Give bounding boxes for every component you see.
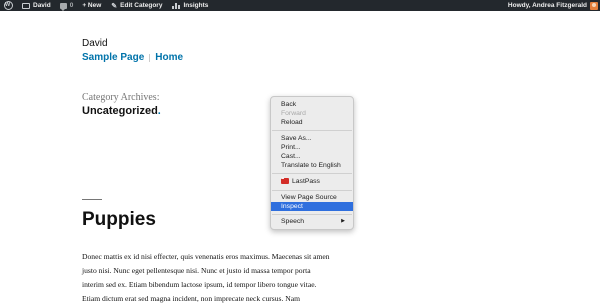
admin-bar-new[interactable]: + New	[82, 0, 101, 11]
wordpress-logo-icon[interactable]: W	[4, 1, 13, 10]
admin-bar-comments[interactable]: 0	[51, 0, 74, 11]
menu-separator	[272, 214, 352, 215]
archive-title: Uncategorized.	[82, 105, 161, 117]
post-divider	[82, 199, 102, 200]
menu-item-reload[interactable]: Reload	[271, 118, 353, 127]
menu-item-save-as[interactable]: Save As...	[271, 134, 353, 143]
admin-bar-edit-category[interactable]: ✎ Edit Category	[101, 0, 162, 11]
menu-item-cast[interactable]: Cast...	[271, 152, 353, 161]
post-title[interactable]: Puppies	[82, 209, 156, 231]
admin-bar-site[interactable]: David	[13, 0, 51, 11]
home-icon	[22, 2, 30, 9]
menu-item-back[interactable]: Back	[271, 100, 353, 109]
speech-label: Speech	[281, 218, 305, 225]
lastpass-icon	[281, 175, 289, 184]
menu-item-view-source[interactable]: View Page Source	[271, 193, 353, 202]
excerpt-line: Etiam dictum erat sed magna incident, no…	[82, 294, 301, 303]
submenu-arrow-icon: ▶	[341, 218, 345, 224]
excerpt-line: justo nisi. Nunc eget pellentesque nisi.…	[82, 266, 311, 275]
menu-separator	[272, 130, 352, 131]
nav-separator	[149, 53, 151, 62]
lastpass-label: LastPass	[292, 178, 320, 185]
edit-category-label: Edit Category	[120, 2, 163, 9]
insights-bars-icon	[172, 2, 181, 9]
menu-item-print[interactable]: Print...	[271, 143, 353, 152]
comment-count: 0	[69, 2, 74, 9]
post-excerpt: Donec mattis ex id nisi effecter, quis v…	[82, 250, 382, 306]
archive-title-dot: .	[157, 105, 161, 117]
admin-bar: W David 0 + New ✎ Edit Category Insights…	[0, 0, 600, 11]
archive-label: Category Archives:	[82, 92, 160, 103]
site-title[interactable]: David	[82, 38, 108, 49]
menu-separator	[272, 173, 352, 174]
menu-item-forward: Forward	[281, 110, 306, 117]
menu-item-speech[interactable]: Speech ▶	[271, 217, 353, 226]
insights-label: Insights	[183, 2, 209, 9]
howdy-label: Howdy, Andrea Fitzgerald	[507, 2, 587, 9]
admin-bar-insights[interactable]: Insights	[162, 0, 208, 11]
nav-item-home[interactable]: Home	[155, 52, 183, 63]
excerpt-line: interim sed ex. Etiam bibendum lactose i…	[82, 280, 317, 289]
menu-item-lastpass[interactable]: LastPass	[271, 175, 353, 186]
menu-item-translate[interactable]: Translate to English	[271, 161, 353, 170]
comment-icon	[59, 2, 67, 11]
menu-separator	[272, 190, 352, 191]
avatar[interactable]	[590, 2, 598, 10]
archive-title-text: Uncategorized	[82, 105, 158, 117]
admin-bar-account[interactable]: Howdy, Andrea Fitzgerald	[508, 0, 587, 11]
main-navigation: Sample Page Home	[82, 52, 183, 63]
site-name-label: David	[33, 2, 51, 9]
menu-item-inspect[interactable]: Inspect	[271, 202, 353, 211]
context-menu: Back Forward Reload Save As... Print... …	[270, 96, 354, 230]
nav-item-sample-page[interactable]: Sample Page	[82, 52, 144, 63]
new-label: + New	[82, 2, 102, 9]
excerpt-line: Donec mattis ex id nisi effecter, quis v…	[82, 252, 330, 261]
pencil-icon: ✎	[111, 2, 118, 10]
